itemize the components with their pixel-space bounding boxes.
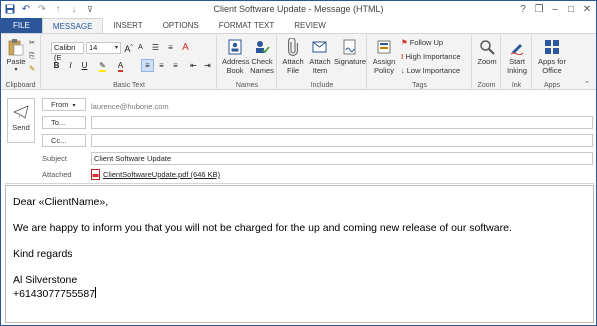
subject-label: Subject (42, 154, 68, 163)
align-center-icon[interactable]: ≡ (156, 60, 167, 71)
down-arrow-icon: ↓ (401, 66, 405, 75)
font-name-box[interactable]: Calibri (E (51, 42, 84, 62)
start-inking-button[interactable]: Start Inking (503, 38, 531, 75)
attach-file-button[interactable]: Attach File (281, 38, 305, 75)
clipboard-group: Paste ▾ ✂ ⎘ ✎ Clipboard (1, 35, 41, 89)
highlight-icon[interactable]: ✎ (97, 60, 108, 72)
title-bar: ↶ ↷ ↑ ↓ ⊽ Client Software Update - Messa… (1, 1, 596, 19)
header-divider (5, 183, 594, 184)
ribbon: Paste ▾ ✂ ⎘ ✎ Clipboard Calibri (E 14 ▾ A… (1, 33, 596, 90)
underline-button[interactable]: U (79, 60, 90, 71)
assign-policy-icon (375, 38, 393, 56)
text-cursor (95, 287, 97, 298)
paperclip-icon (284, 38, 302, 56)
to-button[interactable]: To... (42, 116, 86, 129)
magnifier-icon (478, 38, 496, 56)
check-names-button[interactable]: Check Names (249, 38, 275, 75)
bullets-icon[interactable]: ☰ (150, 42, 161, 53)
apps-icon (543, 38, 561, 56)
to-field[interactable] (91, 116, 593, 129)
paste-icon (7, 38, 25, 56)
chevron-down-icon: ▾ (72, 103, 76, 109)
address-book-icon (226, 38, 244, 56)
align-left-icon[interactable]: ≡ (141, 59, 154, 72)
assign-policy-button[interactable]: Assign Policy (370, 38, 398, 75)
paste-button[interactable]: Paste ▾ (4, 38, 28, 75)
apps-group: Apps for Office Apps (533, 35, 571, 89)
low-importance-button[interactable]: ↓ Low Importance (401, 66, 460, 75)
body-paragraph: We are happy to inform you that you will… (13, 222, 512, 234)
tab-file[interactable]: FILE (1, 18, 42, 34)
grow-font-icon[interactable]: A^ (123, 42, 134, 54)
decrease-indent-icon[interactable]: ⇤ (188, 60, 199, 71)
closing-line: Kind regards (13, 248, 73, 260)
signature-name: Al Silverstone (13, 274, 78, 286)
tab-message[interactable]: MESSAGE (41, 18, 104, 34)
chevron-down-icon: ▾ (14, 67, 18, 73)
shrink-font-icon[interactable]: A (135, 42, 146, 53)
attached-label: Attached (42, 170, 72, 179)
window-controls: ? ❐ – □ ✕ (516, 2, 594, 16)
tab-options[interactable]: OPTIONS (153, 18, 209, 34)
italic-button[interactable]: I (65, 60, 76, 71)
names-group: Address Book Check Names Names (218, 35, 277, 89)
minimize-icon[interactable]: – (548, 2, 562, 16)
increase-indent-icon[interactable]: ⇥ (202, 60, 213, 71)
high-importance-button[interactable]: ! High Importance (401, 52, 461, 61)
zoom-button[interactable]: Zoom (474, 38, 500, 66)
numbering-icon[interactable]: ≡ (165, 42, 176, 53)
tags-group: Assign Policy ⚑ Follow Up ! High Importanc… (368, 35, 472, 89)
greeting-line: Dear «ClientName», (13, 196, 109, 208)
exclamation-icon: ! (401, 52, 404, 61)
signature-icon (341, 38, 359, 56)
attachment-item[interactable]: ClientSoftwareUpdate.pdf (646 KB) (91, 168, 593, 181)
message-body[interactable]: Dear «ClientName», We are happy to infor… (5, 185, 594, 323)
apps-for-office-button[interactable]: Apps for Office (535, 38, 569, 75)
signature-phone-line: +6143077755587 (13, 287, 586, 301)
cut-icon[interactable]: ✂ (29, 38, 35, 47)
maximize-icon[interactable]: □ (564, 2, 578, 16)
flag-icon: ⚑ (401, 38, 408, 47)
address-book-button[interactable]: Address Book (222, 38, 250, 75)
pen-icon (508, 38, 526, 56)
basic-text-group: Calibri (E 14 ▾ A^ A ☰ ≡ A B I U ✎ A ≡ ≡ … (42, 35, 217, 89)
tab-format-text[interactable]: FORMAT TEXT (209, 18, 285, 34)
signature-phone: +6143077755587 (13, 288, 96, 300)
collapse-ribbon-icon[interactable]: ⌃ (584, 80, 590, 88)
ribbon-tabs: FILE MESSAGE INSERT OPTIONS FORMAT TEXT … (1, 18, 596, 34)
cc-field[interactable] (91, 134, 593, 147)
check-names-icon (253, 38, 271, 56)
format-painter-icon[interactable]: ✎ (29, 64, 35, 73)
send-icon (12, 105, 29, 119)
help-icon[interactable]: ? (516, 2, 530, 16)
tab-review[interactable]: REVIEW (284, 18, 336, 34)
attach-item-icon (311, 38, 329, 56)
font-color-icon[interactable]: A (115, 60, 126, 72)
window-title: Client Software Update - Message (HTML) (213, 4, 384, 14)
pdf-icon (91, 169, 100, 180)
subject-field[interactable]: Client Software Update (91, 152, 593, 165)
close-icon[interactable]: ✕ (580, 2, 594, 16)
cc-button[interactable]: Cc... (42, 134, 86, 147)
follow-up-button[interactable]: ⚑ Follow Up (401, 38, 443, 47)
bold-button[interactable]: B (51, 60, 62, 71)
align-right-icon[interactable]: ≡ (170, 60, 181, 71)
signature-button[interactable]: Signature (334, 38, 366, 66)
ribbon-display-icon[interactable]: ❐ (532, 2, 546, 16)
chevron-down-icon: ▾ (114, 45, 118, 51)
from-button[interactable]: From ▾ (42, 98, 86, 111)
attach-item-button[interactable]: Attach Item (306, 38, 334, 75)
include-group: Attach File Attach Item Signature Includ… (278, 35, 367, 89)
zoom-group: Zoom Zoom (473, 35, 501, 89)
outlook-message-window: ↶ ↷ ↑ ↓ ⊽ Client Software Update - Messa… (0, 0, 597, 326)
send-button[interactable]: Send (7, 98, 35, 143)
from-address: laurence@hubone.com (91, 102, 169, 111)
font-size-box[interactable]: 14 ▾ (86, 42, 121, 54)
tab-insert[interactable]: INSERT (103, 18, 152, 34)
ink-group: Start Inking Ink (502, 35, 532, 89)
copy-icon[interactable]: ⎘ (29, 51, 35, 61)
clear-formatting-icon[interactable]: A (180, 42, 191, 53)
